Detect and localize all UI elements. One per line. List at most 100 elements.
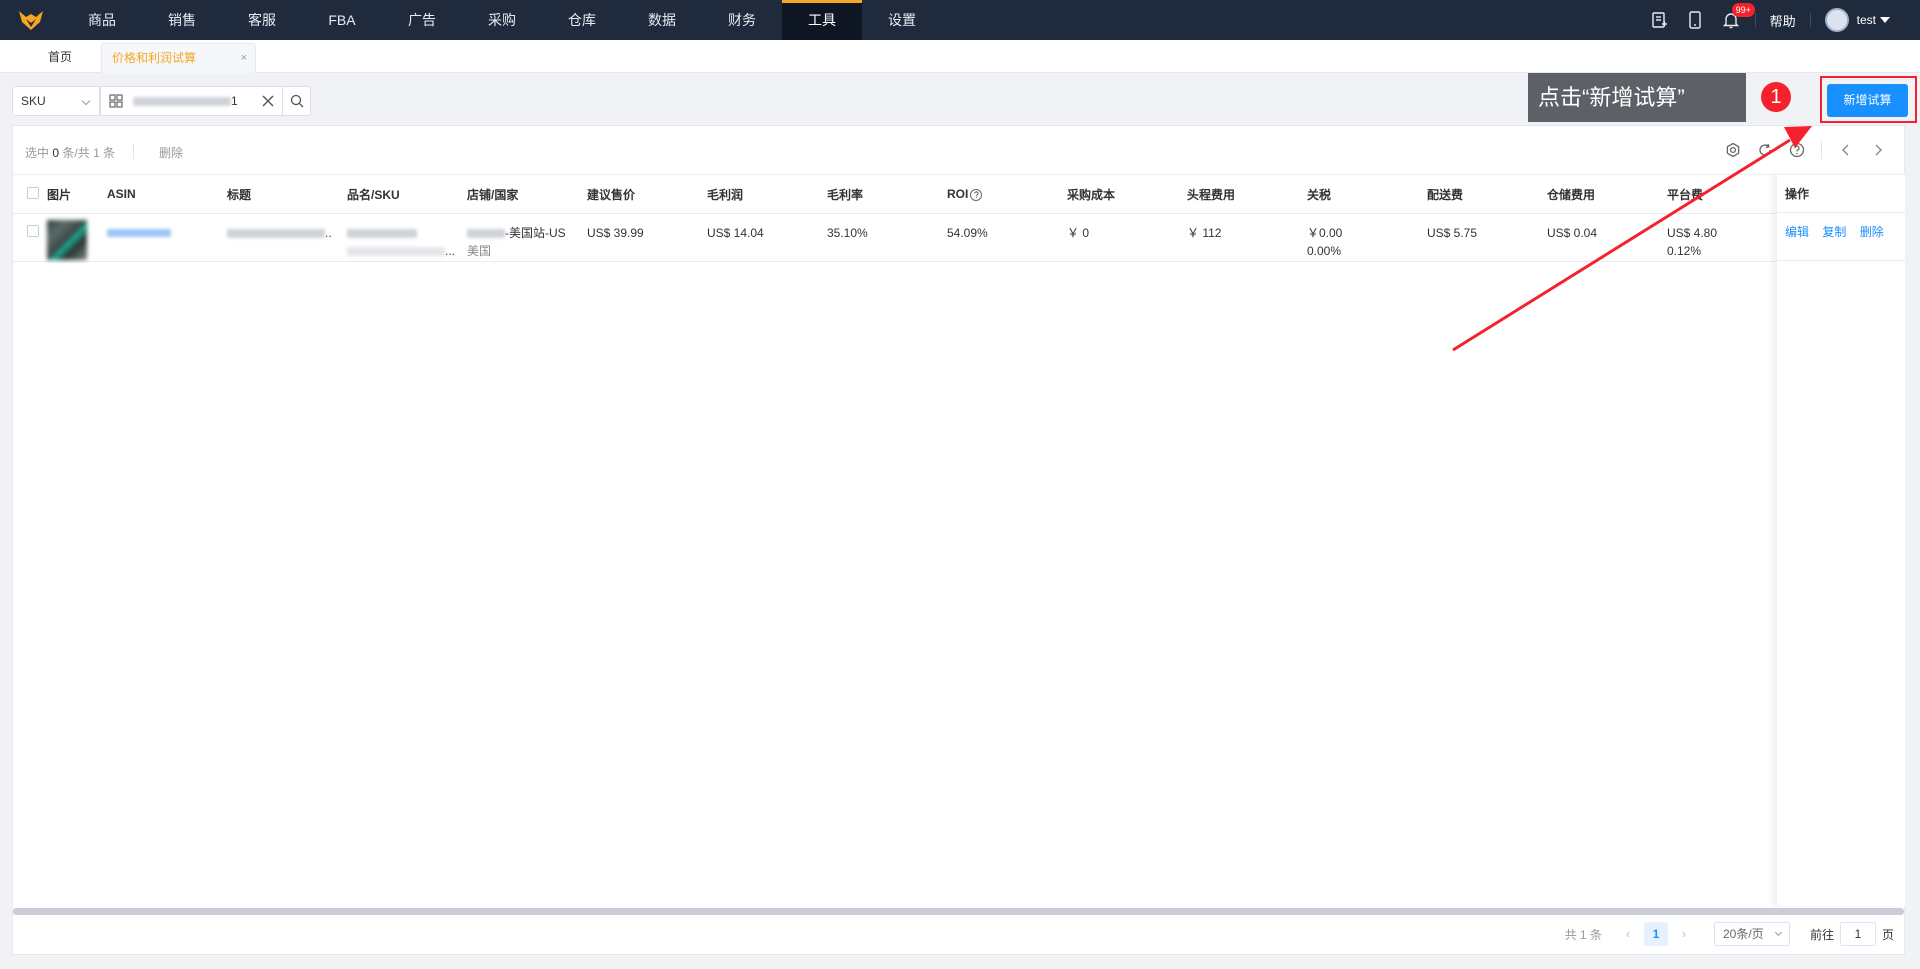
storage-cell: US$ 0.04 — [1543, 213, 1663, 262]
redacted-text — [133, 97, 231, 107]
settings-icon[interactable] — [1717, 140, 1749, 160]
selection-info: 选中 0 条/共 1 条 — [25, 146, 116, 160]
nav-item-products[interactable]: 商品 — [62, 0, 142, 40]
nav-item-service[interactable]: 客服 — [222, 0, 302, 40]
notification-badge: 99+ — [1731, 3, 1755, 17]
help-circle-icon[interactable] — [1781, 140, 1813, 160]
nav-item-finance[interactable]: 财务 — [702, 0, 782, 40]
new-calculation-button[interactable]: 新增试算 — [1827, 84, 1908, 117]
redacted-text — [347, 229, 417, 239]
step-number-badge: 1 — [1761, 82, 1791, 112]
operations-row: 编辑 复制 删除 — [1777, 213, 1905, 261]
col-asin: ASIN — [103, 174, 223, 214]
divider — [1809, 13, 1811, 27]
goto-unit: 页 — [1881, 927, 1894, 942]
tab-label: 价格和利润试算 — [112, 51, 197, 65]
select-all-checkbox[interactable] — [27, 186, 39, 199]
col-first-leg: 头程费用 — [1183, 174, 1303, 214]
col-title: 标题 — [223, 174, 343, 214]
nav-item-tools[interactable]: 工具 — [782, 0, 862, 40]
product-thumbnail[interactable] — [47, 220, 87, 260]
tab-price-profit[interactable]: 价格和利润试算 × — [101, 43, 256, 73]
tab-home[interactable]: 首页 — [36, 43, 84, 73]
chevron-down-icon — [81, 96, 91, 106]
divider — [133, 143, 134, 159]
col-gross-profit: 毛利润 — [703, 174, 823, 214]
search-value-tail: 1 — [231, 94, 238, 108]
col-operations: 操作 — [1777, 174, 1905, 213]
col-purchase-cost: 采购成本 — [1063, 174, 1183, 214]
page-size-select[interactable]: 20条/页 — [1713, 922, 1790, 946]
chevron-down-icon — [1774, 928, 1783, 937]
tutorial-callout: 点击“新增试算” — [1528, 73, 1746, 122]
nav-item-settings[interactable]: 设置 — [862, 0, 942, 40]
row-checkbox[interactable] — [27, 225, 39, 237]
nav-item-data[interactable]: 数据 — [622, 0, 702, 40]
row-select-cell — [13, 213, 43, 262]
col-delivery: 配送费 — [1423, 174, 1543, 214]
table-row: .. ... -美国站-US 美国 US$ 39.99 US$ 14.04 35… — [13, 213, 1775, 262]
mobile-icon[interactable] — [1677, 0, 1713, 40]
close-icon[interactable]: × — [241, 44, 247, 72]
username: test — [1856, 13, 1876, 27]
asin-cell — [103, 213, 223, 262]
table-toolbar: 选中 0 条/共 1 条 删除 — [13, 126, 1904, 175]
search-icon[interactable] — [282, 87, 310, 115]
top-nav: 商品 销售 客服 FBA 广告 采购 仓库 数据 财务 工具 设置 99+ 帮助… — [0, 0, 1920, 40]
col-roi: ROI? — [943, 174, 1063, 214]
operations-column: 操作 编辑 复制 删除 — [1776, 174, 1905, 906]
chevron-right-icon[interactable] — [1862, 140, 1894, 160]
nav-item-purchase[interactable]: 采购 — [462, 0, 542, 40]
main-menu: 商品 销售 客服 FBA 广告 采购 仓库 数据 财务 工具 设置 — [62, 0, 942, 40]
delivery-cell: US$ 5.75 — [1423, 213, 1543, 262]
col-name-sku: 品名/SKU — [343, 174, 463, 214]
question-icon[interactable]: ? — [970, 188, 983, 201]
roi-cell: 54.09% — [943, 213, 1063, 262]
platform-fee-cell: US$ 4.80 0.12% — [1663, 213, 1775, 262]
product-image-cell — [43, 213, 103, 262]
nav-item-warehouse[interactable]: 仓库 — [542, 0, 622, 40]
refresh-icon[interactable] — [1749, 140, 1781, 160]
grid-icon[interactable] — [101, 87, 131, 115]
goto-page-input[interactable]: 1 — [1839, 922, 1876, 946]
divider — [1754, 13, 1756, 27]
delete-button[interactable]: 删除 — [1860, 225, 1884, 239]
search-type-value: SKU — [21, 94, 46, 108]
fox-logo-icon — [19, 11, 43, 30]
caret-down-icon — [1880, 17, 1890, 23]
toolbar-icons — [1717, 140, 1894, 160]
task-list-icon[interactable] — [1641, 0, 1677, 40]
help-link[interactable]: 帮助 — [1762, 11, 1804, 30]
search-value[interactable]: 1 — [131, 87, 254, 115]
page-number[interactable]: 1 — [1643, 922, 1668, 946]
select-all-cell — [13, 174, 43, 214]
nav-item-ads[interactable]: 广告 — [382, 0, 462, 40]
purchase-cost-cell: ￥ 0 — [1063, 213, 1183, 262]
goto-label: 前往 — [1809, 927, 1834, 942]
chevron-left-icon[interactable] — [1830, 140, 1862, 160]
store-country-cell: -美国站-US 美国 — [463, 213, 583, 262]
nav-item-fba[interactable]: FBA — [302, 0, 382, 40]
clear-icon[interactable] — [254, 87, 282, 115]
tariff-cell: ￥0.00 0.00% — [1303, 213, 1423, 262]
search-type-select[interactable]: SKU — [12, 86, 100, 116]
user-menu[interactable]: test — [1817, 8, 1920, 32]
notification-bell-icon[interactable]: 99+ — [1713, 0, 1755, 40]
page-tabs: 首页 价格和利润试算 × — [0, 40, 1920, 73]
copy-button[interactable]: 复制 — [1822, 225, 1846, 239]
col-image: 图片 — [43, 174, 103, 214]
bulk-delete-button[interactable]: 删除 — [159, 144, 183, 161]
redacted-text — [227, 229, 325, 239]
search-input[interactable]: 1 — [100, 86, 311, 116]
edit-button[interactable]: 编辑 — [1785, 225, 1809, 239]
prev-page-icon[interactable]: ‹ — [1618, 927, 1638, 941]
nav-item-sales[interactable]: 销售 — [142, 0, 222, 40]
next-page-icon[interactable]: › — [1674, 927, 1694, 941]
name-sku-cell: ... — [343, 213, 463, 262]
logo[interactable] — [0, 0, 62, 40]
redacted-text — [467, 229, 505, 239]
redacted-text — [347, 247, 445, 257]
asin-link[interactable] — [107, 229, 171, 237]
title-cell: .. — [223, 213, 343, 262]
col-suggested-price: 建议售价 — [583, 174, 703, 214]
